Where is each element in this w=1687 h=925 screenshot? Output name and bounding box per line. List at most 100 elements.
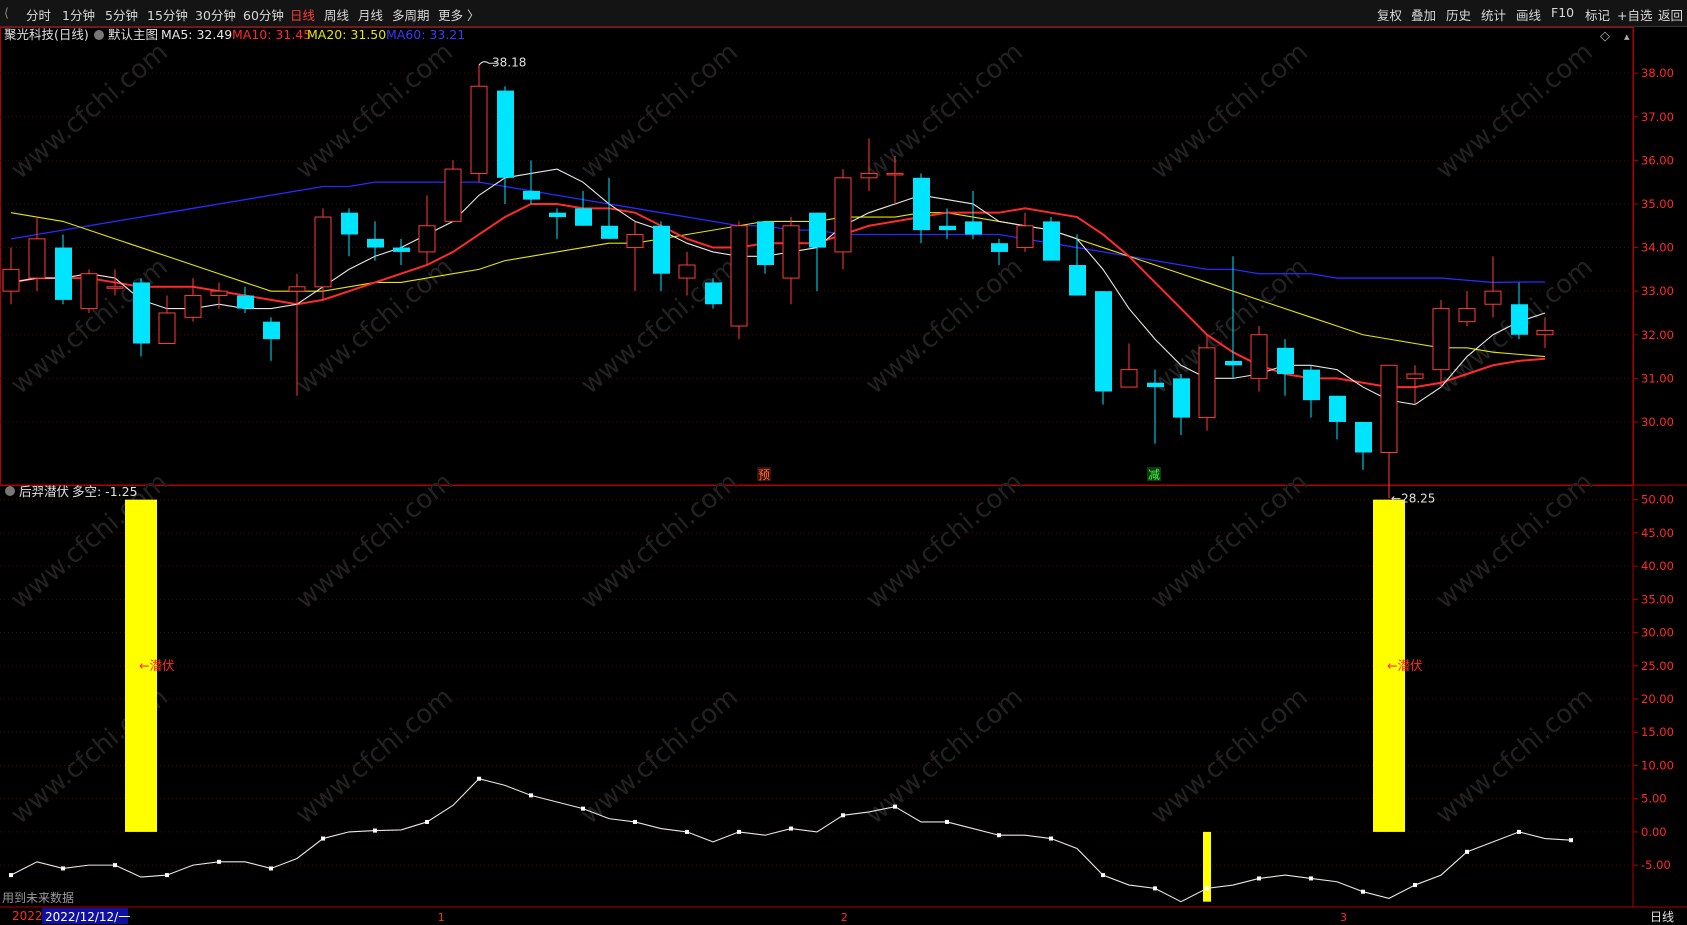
template-toggle-icon[interactable] <box>94 30 104 40</box>
reduce-marker[interactable]: 减 <box>1148 468 1160 482</box>
candle-body-down <box>393 247 410 252</box>
ma20-line <box>10 212 1546 358</box>
candle-body-down <box>133 282 150 344</box>
sub-tick-label: -5.00 <box>1641 858 1671 872</box>
candle-body-up <box>886 172 904 176</box>
xaxis-clip-label: 2022 <box>12 909 43 923</box>
candle-body-down <box>1147 382 1164 388</box>
indicator-point <box>113 863 117 868</box>
ma20-legend: MA20: 31.50 <box>307 27 386 42</box>
main-tick-label: 36.00 <box>1641 153 1674 167</box>
indicator-point <box>61 866 65 871</box>
indicator-point <box>373 828 377 833</box>
indicator-point <box>841 813 845 818</box>
indicator-point <box>529 793 533 798</box>
candle-body-up <box>2 268 20 292</box>
diamond-icon[interactable]: ◇ <box>1600 29 1610 44</box>
indicator-point <box>1257 876 1261 881</box>
candle-body-down <box>1355 421 1372 453</box>
candle-body-up <box>418 225 436 253</box>
candle-body-down <box>497 90 514 178</box>
candle-body-up <box>288 286 306 292</box>
candle-body-down <box>1043 221 1060 261</box>
main-tick-label: 35.00 <box>1641 197 1674 211</box>
forecast-marker[interactable]: 预 <box>758 468 770 482</box>
candle-body-down <box>1329 395 1346 422</box>
ma60-legend: MA60: 33.21 <box>386 27 465 42</box>
candle-body-up <box>1432 308 1450 371</box>
main-tick-label: 34.00 <box>1641 241 1674 255</box>
indicator-point <box>1153 886 1157 891</box>
indicator-point <box>1049 836 1053 841</box>
candle-body-down <box>1173 378 1190 418</box>
candle-body-down <box>575 208 592 226</box>
candle-body-up <box>158 312 176 344</box>
candle-body-down <box>237 295 254 309</box>
candle-body-down <box>601 225 618 239</box>
watermark-text: www.cfchi.com <box>290 467 459 615</box>
indicator-point <box>1413 883 1417 888</box>
candle-body-up <box>1198 347 1216 419</box>
chart-canvas[interactable]: www.cfchi.com www.cfchi.com www.cfchi.com w… <box>0 0 1687 925</box>
candle-body-down <box>705 282 722 305</box>
main-tick-label: 30.00 <box>1641 415 1674 429</box>
indicator-point <box>1569 838 1573 843</box>
month-label-1: 1 <box>438 911 445 924</box>
candle-body-up <box>444 168 462 222</box>
candle-body-up <box>678 264 696 279</box>
template-label: 默认主图 <box>108 27 158 42</box>
indicator-point <box>165 873 169 878</box>
month-label-3: 3 <box>1340 911 1347 924</box>
sub-tick-label: 40.00 <box>1641 559 1674 573</box>
sub-tick-label: 0.00 <box>1641 825 1667 839</box>
candle-body-up <box>782 225 800 279</box>
ma5-line <box>10 168 1546 406</box>
candle-body-up <box>106 286 124 289</box>
candle-body-down <box>757 221 774 265</box>
high-price-label: 38.18 <box>492 55 526 69</box>
candle-body-down <box>1511 304 1528 335</box>
indicator-point <box>581 806 585 811</box>
candle-body-down <box>1069 265 1086 296</box>
main-tick-label: 38.00 <box>1641 66 1674 80</box>
sub-tick-label: 35.00 <box>1641 592 1674 606</box>
watermark-text: www.cfchi.com <box>1430 682 1599 830</box>
candle-body-up <box>28 238 46 279</box>
candle-body-down <box>523 190 540 200</box>
indicator-point <box>1361 889 1365 894</box>
candle-body-down <box>367 238 384 248</box>
indicator-line <box>10 778 1572 903</box>
indicator-point <box>1465 849 1469 854</box>
sub-tick-label: 5.00 <box>1641 792 1667 806</box>
scroll-up-icon[interactable]: ▴ <box>1624 30 1630 43</box>
signal-bar-small <box>1203 831 1211 902</box>
candle-body-up <box>1484 290 1502 305</box>
candle-body-up <box>470 85 488 174</box>
sub-tick-label: 15.00 <box>1641 725 1674 739</box>
indicator-toggle-icon[interactable] <box>5 486 15 496</box>
candle-body-down <box>263 321 280 340</box>
indicator-name: 后羿潜伏 <box>19 484 70 499</box>
watermark-text: www.cfchi.com <box>860 467 1029 615</box>
indicator-point <box>893 804 897 809</box>
main-tick-label: 31.00 <box>1641 371 1674 385</box>
period-button[interactable]: 日线 <box>1650 910 1674 924</box>
indicator-point <box>685 829 689 834</box>
watermark-text: www.cfchi.com <box>575 252 744 400</box>
candle-body-down <box>913 177 930 231</box>
candle-body-up <box>314 216 332 288</box>
sub-tick-label: 30.00 <box>1641 626 1674 640</box>
candle-body-up <box>730 225 748 327</box>
indicator-point <box>1309 876 1313 881</box>
candle-body-down <box>991 243 1008 252</box>
candle-body-down <box>939 225 956 231</box>
candle-body-up <box>1406 373 1424 379</box>
watermark-text: www.cfchi.com <box>290 37 459 185</box>
watermark-text: www.cfchi.com <box>1430 467 1599 615</box>
indicator-point <box>1205 886 1209 891</box>
candle-body-down <box>341 212 358 235</box>
watermark-text: www.cfchi.com <box>575 682 744 830</box>
candle-body-up <box>860 172 878 179</box>
indicator-point <box>737 829 741 834</box>
indicator-point <box>269 866 273 871</box>
